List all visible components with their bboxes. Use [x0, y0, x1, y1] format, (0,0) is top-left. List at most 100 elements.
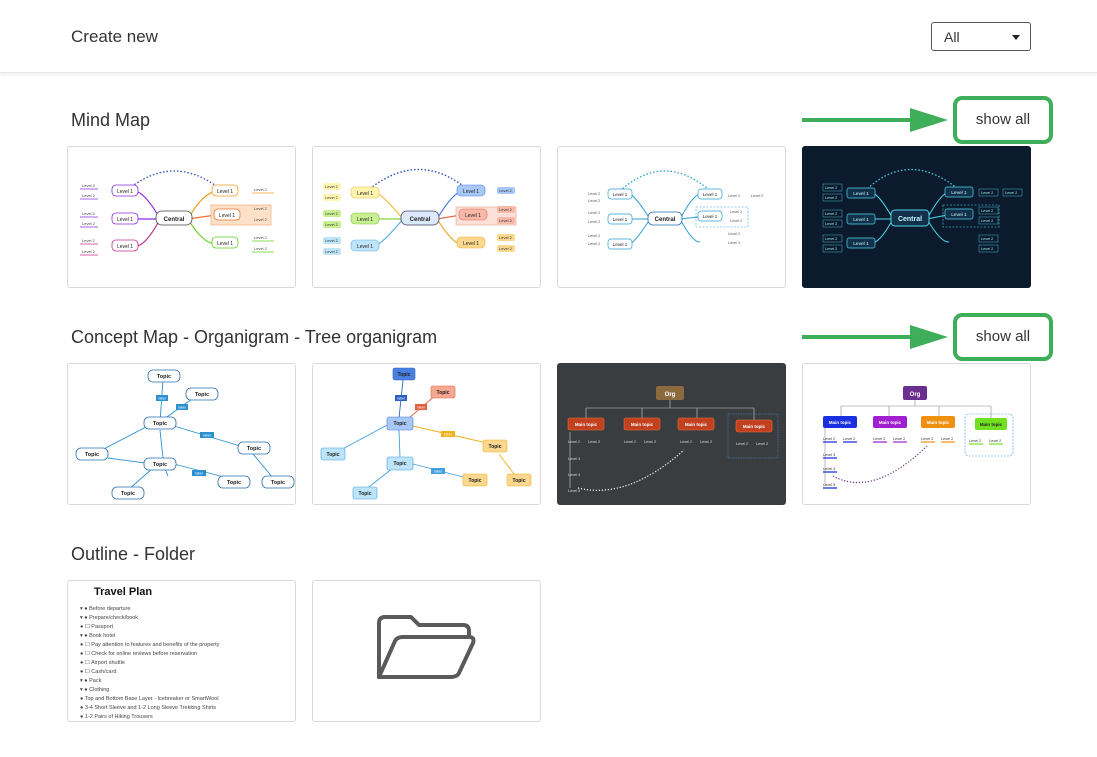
svg-text:Level 2: Level 2 [588, 211, 600, 215]
svg-text:Level 2: Level 2 [823, 437, 835, 441]
svg-text:Level 2: Level 2 [1005, 191, 1017, 195]
template-card-mindmap-colorful[interactable]: Central Level 1 Level 1 Level 1 Level 1 … [67, 146, 296, 288]
show-all-mind-map-button[interactable]: show all [953, 96, 1053, 144]
svg-text:Level 2: Level 2 [728, 232, 740, 236]
template-card-mindmap-dark[interactable]: Central Level 1 Level 1 Level 1 Level 1 … [802, 146, 1031, 288]
outline-item: ▾ ● Clothing [80, 687, 110, 693]
svg-text:Level 1: Level 1 [703, 192, 718, 197]
svg-text:Level 2: Level 2 [499, 188, 513, 193]
svg-text:Main topic: Main topic [575, 422, 598, 427]
template-card-concept-map-blue[interactable]: Topic Topic Topic Topic Topic Topic Topic To… [67, 363, 296, 505]
svg-text:Topic: Topic [153, 421, 167, 427]
arrow-right-icon [802, 108, 948, 132]
svg-text:Topic: Topic [394, 461, 407, 467]
outline-item: ● ☐ Airport shuttle [80, 660, 125, 666]
outline-list: ▾ ● Before departure ▾ ● Prepare/check/b… [80, 605, 219, 721]
svg-text:Level 2: Level 2 [981, 237, 993, 241]
outline-item: ● 1-2 Pairs of Hiking Trousers [80, 714, 153, 720]
outline-item: ● Top and Bottom Base Layer - Icebreaker… [80, 696, 219, 702]
svg-text:Level 2: Level 2 [969, 439, 981, 443]
svg-text:Level 2: Level 2 [825, 247, 837, 251]
svg-text:Topic: Topic [394, 421, 407, 427]
outline-item: ▾ ● Pack [80, 678, 102, 684]
svg-text:Level 3: Level 3 [823, 453, 835, 457]
svg-text:Topic: Topic [85, 452, 99, 458]
svg-text:Level 2: Level 2 [825, 222, 837, 226]
svg-text:Level 2: Level 2 [751, 194, 763, 198]
svg-text:Level 2: Level 2 [254, 187, 268, 192]
template-card-concept-map-colorful[interactable]: Topic Topic Topic Topic Topic Topic Topic To… [312, 363, 541, 505]
svg-text:label: label [444, 433, 452, 437]
svg-text:Level 5: Level 5 [823, 483, 835, 487]
svg-text:label: label [203, 434, 211, 438]
svg-text:Level 1: Level 1 [117, 244, 133, 250]
svg-text:label: label [417, 406, 425, 410]
svg-text:Level 5: Level 5 [568, 489, 580, 493]
svg-text:Level 2: Level 2 [82, 183, 96, 188]
svg-text:Level 2: Level 2 [825, 212, 837, 216]
template-filter-select[interactable]: All [931, 22, 1031, 51]
svg-text:Topic: Topic [489, 444, 502, 450]
svg-text:Level 2: Level 2 [921, 437, 933, 441]
mindmap-thumbnail: Central Level 1 Level 1 Level 1 Level 1 … [822, 168, 1023, 253]
template-card-organigram-colorful[interactable]: Org Main topic Main topic Main topic Main… [802, 363, 1031, 505]
svg-text:Level 2: Level 2 [82, 211, 96, 216]
svg-text:Level 1: Level 1 [463, 189, 479, 195]
caret-down-icon [1012, 35, 1020, 40]
template-card-mindmap-outline-blue[interactable]: Central Level 1 Level 1 Level 1 Level 1 … [557, 146, 786, 288]
svg-text:Level 2: Level 2 [981, 219, 993, 223]
svg-text:Topic: Topic [121, 491, 135, 497]
svg-text:Level 1: Level 1 [357, 217, 373, 223]
svg-text:Topic: Topic [227, 480, 241, 486]
page-title: Create new [71, 27, 158, 46]
organigram-thumbnail: Org Main topic Main topic Main topic Main… [823, 386, 1014, 489]
svg-text:Level 2: Level 2 [82, 238, 96, 243]
svg-text:label: label [397, 397, 405, 401]
svg-text:Level 2: Level 2 [254, 217, 268, 222]
svg-text:Level 1: Level 1 [357, 191, 373, 197]
svg-text:Level 2: Level 2 [873, 437, 885, 441]
svg-text:Topic: Topic [469, 478, 482, 484]
mindmap-thumbnail: Central Level 1 Level 1 Level 1 Level 1 … [80, 170, 274, 256]
outline-item: ▾ ● Before departure [80, 606, 131, 612]
header-bar: Create new All [0, 0, 1097, 73]
svg-text:Central: Central [410, 217, 431, 223]
show-all-concept-map-button[interactable]: show all [953, 313, 1053, 361]
svg-text:Level 2: Level 2 [588, 242, 600, 246]
svg-text:Level 2: Level 2 [981, 247, 993, 251]
svg-text:Level 1: Level 1 [217, 189, 233, 195]
svg-text:Level 2: Level 2 [499, 246, 513, 251]
svg-text:Topic: Topic [437, 390, 450, 396]
svg-text:Topic: Topic [359, 491, 372, 497]
svg-text:Level 2: Level 2 [588, 192, 600, 196]
svg-text:Level 2: Level 2 [325, 211, 339, 216]
svg-text:Level 2: Level 2 [825, 237, 837, 241]
svg-text:Level 1: Level 1 [853, 241, 869, 247]
svg-text:Level 1: Level 1 [613, 192, 628, 197]
svg-text:Level 1: Level 1 [117, 189, 133, 195]
svg-text:Level 1: Level 1 [463, 241, 479, 247]
svg-text:Level 2: Level 2 [325, 184, 339, 189]
section-title-concept-map: Concept Map - Organigram - Tree organigr… [71, 327, 438, 347]
svg-text:Level 1: Level 1 [951, 212, 967, 218]
template-card-outline[interactable]: Travel Plan ▾ ● Before departure ▾ ● Pre… [67, 580, 296, 722]
svg-text:Level 2: Level 2 [325, 238, 339, 243]
svg-text:Level 2: Level 2 [728, 241, 740, 245]
svg-text:Topic: Topic [513, 478, 526, 484]
svg-text:Topic: Topic [157, 374, 171, 380]
svg-text:Level 2: Level 2 [893, 437, 905, 441]
template-card-organigram-dark[interactable]: Org Main topic Main topic Main topic Main … [557, 363, 786, 505]
svg-text:Level 2: Level 2 [588, 234, 600, 238]
svg-text:Level 2: Level 2 [588, 220, 600, 224]
svg-text:Level 1: Level 1 [853, 217, 869, 223]
svg-text:Main topic: Main topic [927, 420, 950, 425]
svg-text:Level 2: Level 2 [588, 440, 600, 444]
svg-text:Level 2: Level 2 [624, 440, 636, 444]
svg-text:Level 2: Level 2 [254, 235, 268, 240]
template-card-mindmap-pastel[interactable]: Central Level 1 Level 1 Level 1 Level 1 … [312, 146, 541, 288]
svg-text:Level 2: Level 2 [981, 191, 993, 195]
svg-text:Topic: Topic [398, 372, 411, 378]
svg-text:Level 2: Level 2 [843, 437, 855, 441]
template-card-folder[interactable] [312, 580, 541, 722]
section-title-mind-map: Mind Map [71, 110, 151, 130]
